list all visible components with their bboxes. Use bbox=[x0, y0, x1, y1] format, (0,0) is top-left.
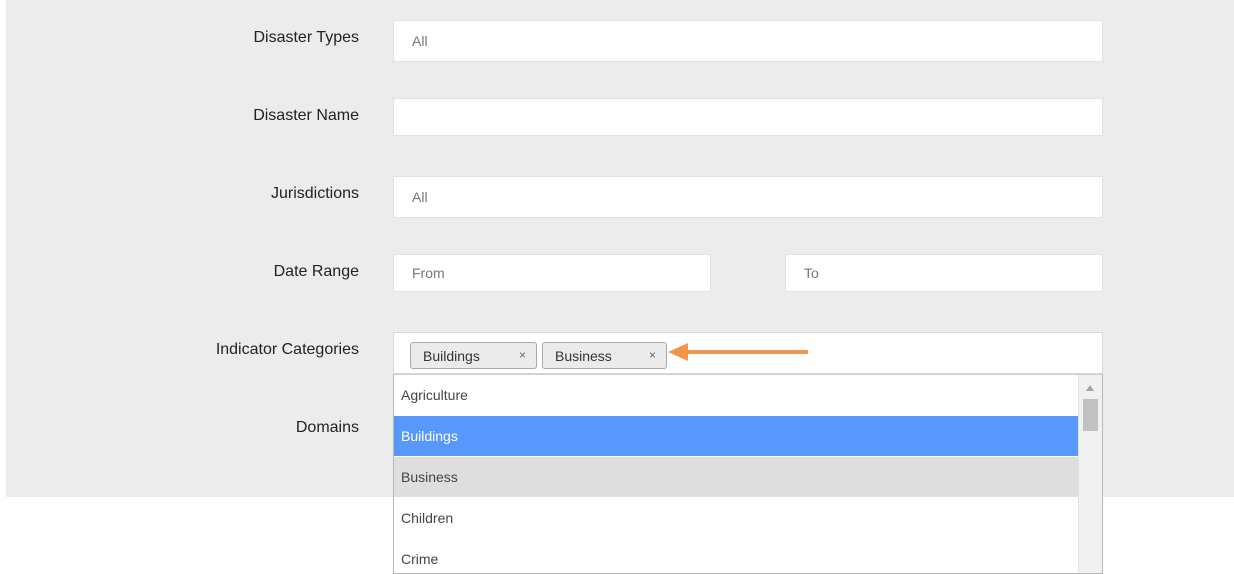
domains-label: Domains bbox=[295, 419, 359, 436]
scroll-up-arrow-icon[interactable] bbox=[1086, 385, 1094, 391]
option-crime[interactable]: Crime bbox=[394, 539, 1078, 573]
option-business[interactable]: Business bbox=[394, 457, 1078, 497]
remove-tag-business-icon[interactable]: × bbox=[649, 348, 656, 362]
date-to-placeholder: To bbox=[804, 265, 819, 281]
disaster-name-label: Disaster Name bbox=[253, 107, 359, 124]
disaster-types-select[interactable]: All bbox=[393, 20, 1103, 62]
scrollbar-thumb[interactable] bbox=[1083, 399, 1098, 431]
date-to-input[interactable]: To bbox=[785, 254, 1103, 292]
indicator-categories-label: Indicator Categories bbox=[215, 341, 359, 358]
tag-business: Business × bbox=[542, 342, 667, 369]
jurisdictions-label: Jurisdictions bbox=[270, 185, 359, 202]
disaster-types-label: Disaster Types bbox=[253, 29, 359, 46]
date-from-input[interactable]: From bbox=[393, 254, 711, 292]
date-from-placeholder: From bbox=[412, 265, 445, 281]
jurisdictions-select[interactable]: All bbox=[393, 176, 1103, 218]
indicator-categories-dropdown: Agriculture Buildings Business Children … bbox=[393, 374, 1103, 574]
tag-buildings: Buildings × bbox=[410, 342, 537, 369]
jurisdictions-value: All bbox=[412, 189, 428, 205]
page: Disaster Types All Disaster Name Jurisdi… bbox=[0, 0, 1234, 574]
tag-buildings-label: Buildings bbox=[423, 347, 480, 364]
annotation-arrow-icon bbox=[668, 343, 808, 361]
disaster-name-input[interactable] bbox=[393, 98, 1103, 136]
disaster-types-value: All bbox=[412, 33, 428, 49]
date-range-label: Date Range bbox=[273, 263, 359, 280]
dropdown-scrollbar[interactable] bbox=[1078, 375, 1102, 573]
option-agriculture[interactable]: Agriculture bbox=[394, 375, 1078, 415]
remove-tag-buildings-icon[interactable]: × bbox=[519, 348, 526, 362]
option-buildings[interactable]: Buildings bbox=[394, 416, 1078, 456]
tag-business-label: Business bbox=[555, 347, 612, 364]
option-children[interactable]: Children bbox=[394, 498, 1078, 538]
